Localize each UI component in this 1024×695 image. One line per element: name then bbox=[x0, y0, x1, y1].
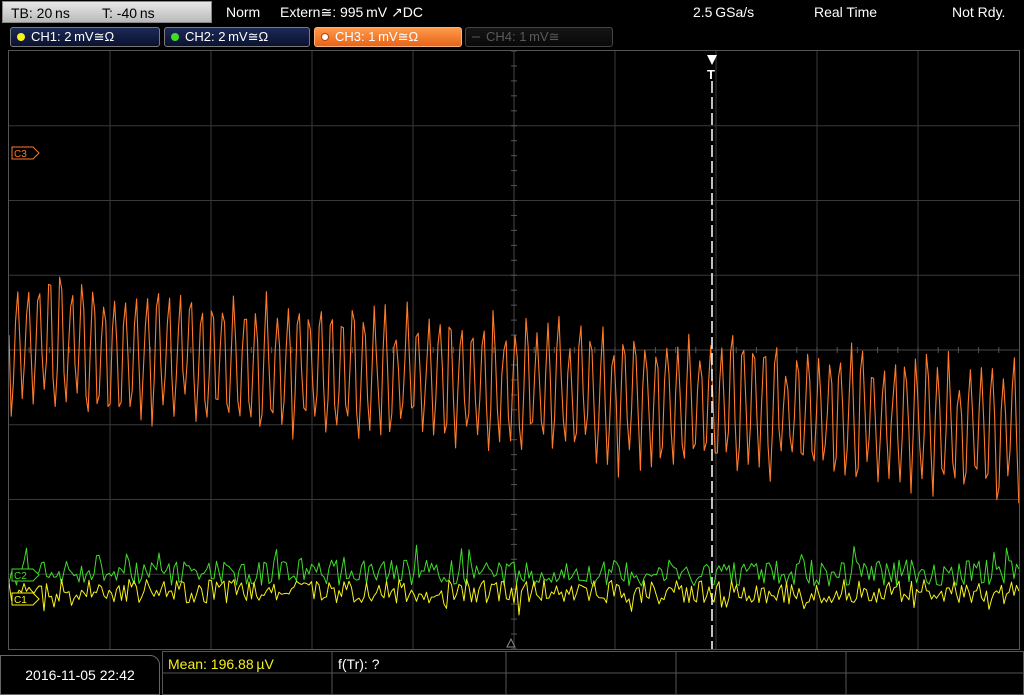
trigger-position-label: T: -40 ns bbox=[102, 5, 155, 21]
channel-label: CH3: 1 mV≅Ω bbox=[335, 29, 419, 44]
measurement-grid bbox=[162, 651, 1024, 695]
waveform-canvas[interactable]: C3 C2 C1 T bbox=[9, 51, 1019, 649]
mean-measurement[interactable]: Mean: 196.88 µV bbox=[168, 654, 274, 674]
date-time-label: 2016-11-05 22:42 bbox=[25, 667, 135, 683]
channel-tabs: CH1: 2 mV≅Ω CH2: 2 mV≅Ω CH3: 1 mV≅Ω CH4:… bbox=[0, 25, 1024, 49]
markers: C3 C2 C1 T bbox=[11, 55, 717, 648]
date-time-display: 2016-11-05 22:42 bbox=[0, 655, 160, 695]
timebase-box[interactable]: TB: 20 ns T: -40 ns bbox=[2, 1, 212, 23]
ch1-ground-marker[interactable]: C1 bbox=[11, 592, 40, 606]
ch2-ground-marker[interactable]: C2 bbox=[11, 568, 40, 582]
ch2-marker-label: C2 bbox=[14, 571, 27, 582]
channel-label: CH1: 2 mV≅Ω bbox=[31, 29, 115, 44]
trigger-mode-label[interactable]: Norm bbox=[226, 3, 260, 21]
channel-tab-ch4[interactable]: CH4: 1 mV≅ bbox=[465, 27, 613, 47]
trigger-source-label[interactable]: Extern≅: 995 mV ↗DC bbox=[280, 3, 423, 21]
ch3-ground-marker[interactable]: C3 bbox=[11, 146, 40, 160]
frequency-measurement[interactable]: f(Tr): ? bbox=[338, 654, 379, 674]
ch4-indicator-icon bbox=[472, 36, 480, 38]
status-bar: TB: 20 ns T: -40 ns Norm Extern≅: 995 mV… bbox=[0, 0, 1024, 24]
sample-rate-label[interactable]: 2.5 GSa/s bbox=[693, 3, 754, 21]
measurement-panel[interactable] bbox=[162, 651, 1024, 695]
ch2-indicator-icon bbox=[171, 33, 179, 41]
timebase-label: TB: 20 ns bbox=[11, 5, 70, 21]
trigger-marker-label: T bbox=[707, 67, 715, 82]
channel-tab-ch1[interactable]: CH1: 2 mV≅Ω bbox=[10, 27, 160, 47]
ch3-indicator-icon bbox=[321, 33, 329, 41]
ch3-marker-label: C3 bbox=[14, 149, 27, 160]
acquisition-mode-label[interactable]: Real Time bbox=[814, 3, 877, 21]
channel-tab-ch2[interactable]: CH2: 2 mV≅Ω bbox=[164, 27, 310, 47]
channel-label: CH2: 2 mV≅Ω bbox=[185, 29, 269, 44]
trigger-status-label: Not Rdy. bbox=[952, 4, 1006, 20]
waveform-display[interactable]: C3 C2 C1 T bbox=[8, 50, 1020, 650]
channel-tab-ch3[interactable]: CH3: 1 mV≅Ω bbox=[314, 27, 462, 47]
ch1-indicator-icon bbox=[17, 33, 25, 41]
ch1-marker-label: C1 bbox=[14, 595, 27, 606]
channel-label: CH4: 1 mV≅ bbox=[486, 29, 560, 44]
